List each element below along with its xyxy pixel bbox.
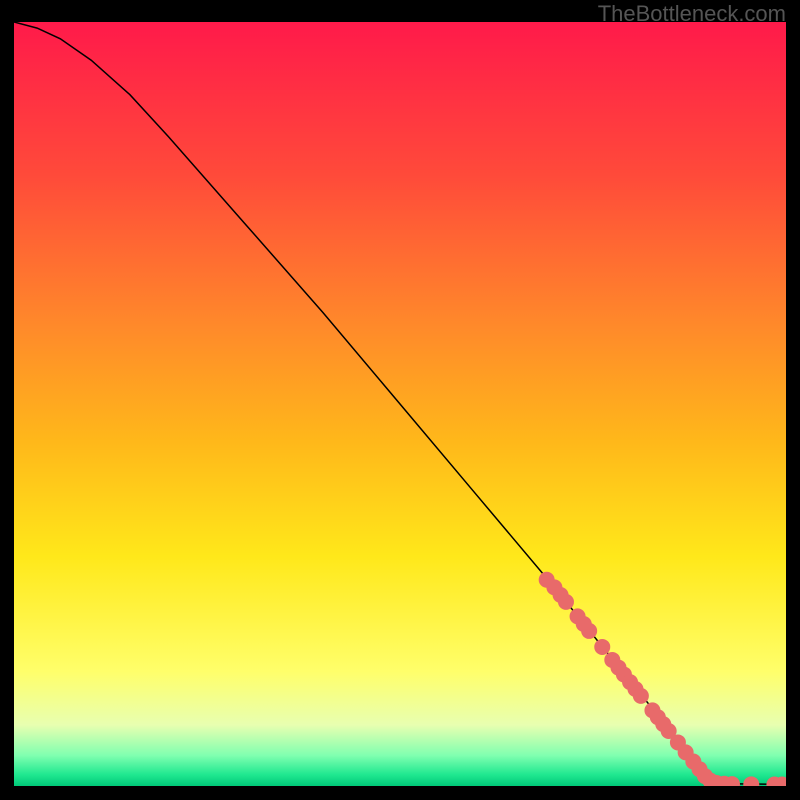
chart-container [14,22,786,786]
data-marker [594,639,610,655]
data-marker [558,594,574,610]
data-marker [581,623,597,639]
chart-svg [14,22,786,786]
data-marker [633,688,649,704]
watermark-text: TheBottleneck.com [598,1,786,27]
